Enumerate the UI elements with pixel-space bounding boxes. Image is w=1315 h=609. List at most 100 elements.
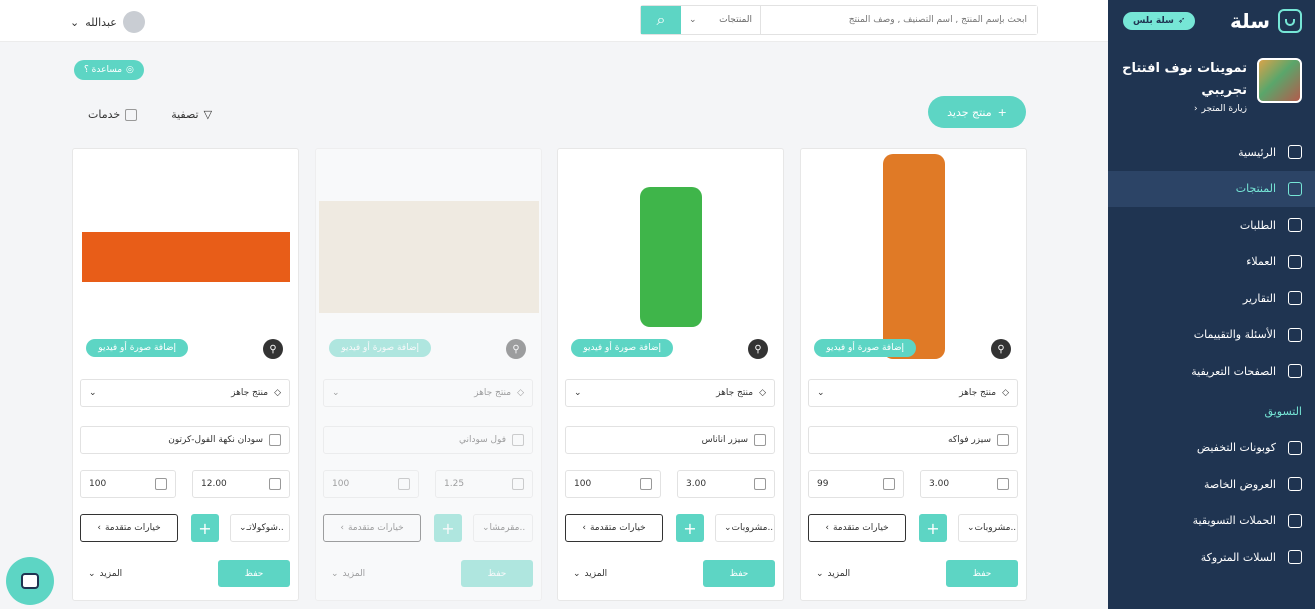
sidebar-item[interactable]: العملاء [1108,244,1315,281]
add-category-button[interactable]: + [919,514,947,542]
new-product-button[interactable]: منتج جديد + [928,96,1026,128]
product-image[interactable] [558,149,783,364]
sidebar-item[interactable]: الحملات التسويقية [1108,503,1315,540]
more-button[interactable]: ⌄ المزيد [331,569,365,579]
user-name: عبدالله [85,15,117,29]
money-icon [997,478,1009,490]
sidebar-item[interactable]: السلات المتروكة [1108,539,1315,576]
sidebar-item[interactable]: الصفحات التعريفية [1108,353,1315,390]
advanced-options-button[interactable]: ‹ خيارات متقدمة [565,514,663,542]
product-image-shape [81,231,290,282]
price-value: 3.00 [686,479,707,489]
category-select[interactable]: ⌄ شوكولاتـ.. [230,514,290,542]
product-card: ⚲ إضافة صورة أو فيديو ⌄ منتج جاهز ◇ سيزر … [800,148,1027,601]
quantity-field[interactable]: 99 [808,470,904,498]
pin-icon[interactable]: ⚲ [506,339,526,359]
sidebar-item[interactable]: الطلبات [1108,207,1315,244]
product-type-select[interactable]: ⌄ منتج جاهز ◇ [323,379,533,407]
product-image-shape [639,186,702,327]
advanced-options-label: خيارات متقدمة [832,523,889,533]
pin-icon[interactable]: ⚲ [748,339,768,359]
product-name-field[interactable]: سيزر اناناس [565,426,775,454]
pin-icon[interactable]: ⚲ [263,339,283,359]
category-select[interactable]: ⌄ مشروبات.. [958,514,1018,542]
product-name-field[interactable]: سودان نكهة الفول-كرتون [80,426,290,454]
sidebar-item-label: الرئيسية [1238,145,1276,159]
search-input[interactable] [761,6,1037,34]
product-image[interactable] [73,149,298,364]
more-label: المزيد [99,569,123,579]
filter-button[interactable]: تصفية ▽ [171,108,212,121]
sidebar-item[interactable]: كوبونات التخفيض [1108,430,1315,467]
advanced-options-button[interactable]: ‹ خيارات متقدمة [323,514,421,542]
brand-logo[interactable]: سلة [1230,9,1302,33]
product-type-select[interactable]: ⌄ منتج جاهز ◇ [565,379,775,407]
more-label: المزيد [584,569,608,579]
sidebar-item[interactable]: المنتجات [1108,170,1315,207]
store-name: تموينات نوف افتتاح تجريبي [1122,61,1247,98]
sidebar-item[interactable]: الرئيسية [1108,134,1315,171]
category-select[interactable]: ⌄ مقرمشا.. [473,514,533,542]
save-button[interactable]: حفظ [703,560,775,587]
price-field[interactable]: 3.00 [677,470,775,498]
sidebar-item[interactable]: التقارير [1108,280,1315,317]
money-icon [269,478,281,490]
quantity-field[interactable]: 100 [323,470,419,498]
sidebar-item-label: العملاء [1246,255,1276,269]
add-category-button[interactable]: + [676,514,704,542]
search-button[interactable]: ⌕ [641,6,681,34]
box-icon [640,478,652,490]
advanced-options-button[interactable]: ‹ خيارات متقدمة [808,514,906,542]
product-name-field[interactable]: فول سوداني [323,426,533,454]
search-scope-label: المنتجات [719,15,752,25]
chart-icon [1288,291,1302,306]
pin-icon[interactable]: ⚲ [991,339,1011,359]
search-scope-select[interactable]: ⌄ المنتجات [681,6,761,34]
chevron-down-icon: ⌄ [574,388,582,398]
save-button[interactable]: حفظ [946,560,1018,587]
add-media-button[interactable]: إضافة صورة أو فيديو [329,339,431,357]
more-label: المزيد [342,569,366,579]
filter-label: تصفية [171,108,199,121]
briefcase-icon [125,108,138,121]
more-button[interactable]: ⌄ المزيد [816,569,850,579]
chat-button[interactable] [6,557,54,605]
advanced-options-button[interactable]: ‹ خيارات متقدمة [80,514,178,542]
product-image[interactable] [316,149,541,364]
plus-button[interactable]: ➶ سلة بلس [1123,12,1196,30]
advanced-options-label: خيارات متقدمة [104,523,161,533]
quantity-value: 100 [89,479,107,489]
visit-store-link[interactable]: زيارة المتجر ‹ [1121,104,1247,114]
help-button[interactable]: مساعدة ؟ ◎ [74,60,144,80]
services-button[interactable]: خدمات [88,108,138,121]
quantity-field[interactable]: 100 [80,470,176,498]
price-field[interactable]: 3.00 [920,470,1018,498]
more-button[interactable]: ⌄ المزيد [88,569,122,579]
add-media-button[interactable]: إضافة صورة أو فيديو [814,339,916,357]
price-field[interactable]: 12.00 [192,470,290,498]
quantity-field[interactable]: 100 [565,470,661,498]
search-bar: ⌕ ⌄ المنتجات [640,5,1038,35]
price-field[interactable]: 1.25 [435,470,533,498]
add-media-button[interactable]: إضافة صورة أو فيديو [86,339,188,357]
marketing-menu: كوبونات التخفيض العروض الخاصة الحملات التس… [1108,430,1315,576]
cart-icon [1288,550,1302,565]
product-image[interactable] [801,149,1026,364]
sidebar-item[interactable]: العروض الخاصة [1108,466,1315,503]
add-media-button[interactable]: إضافة صورة أو فيديو [571,339,673,357]
product-type-select[interactable]: ⌄ منتج جاهز ◇ [80,379,290,407]
sidebar-item[interactable]: الأسئلة والتقييمات [1108,317,1315,354]
save-button[interactable]: حفظ [218,560,290,587]
product-type-select[interactable]: ⌄ منتج جاهز ◇ [808,379,1018,407]
save-button[interactable]: حفظ [461,560,533,587]
product-name-value: فول سوداني [458,435,506,445]
add-category-button[interactable]: + [191,514,219,542]
user-menu[interactable]: ⌄ عبدالله [70,11,145,33]
category-select[interactable]: ⌄ مشروبات.. [715,514,775,542]
home-icon [1288,145,1302,160]
more-button[interactable]: ⌄ المزيد [573,569,607,579]
add-category-button[interactable]: + [434,514,462,542]
text-icon [997,434,1009,446]
pages-icon [1288,364,1302,379]
product-name-field[interactable]: سيزر فواكه [808,426,1018,454]
